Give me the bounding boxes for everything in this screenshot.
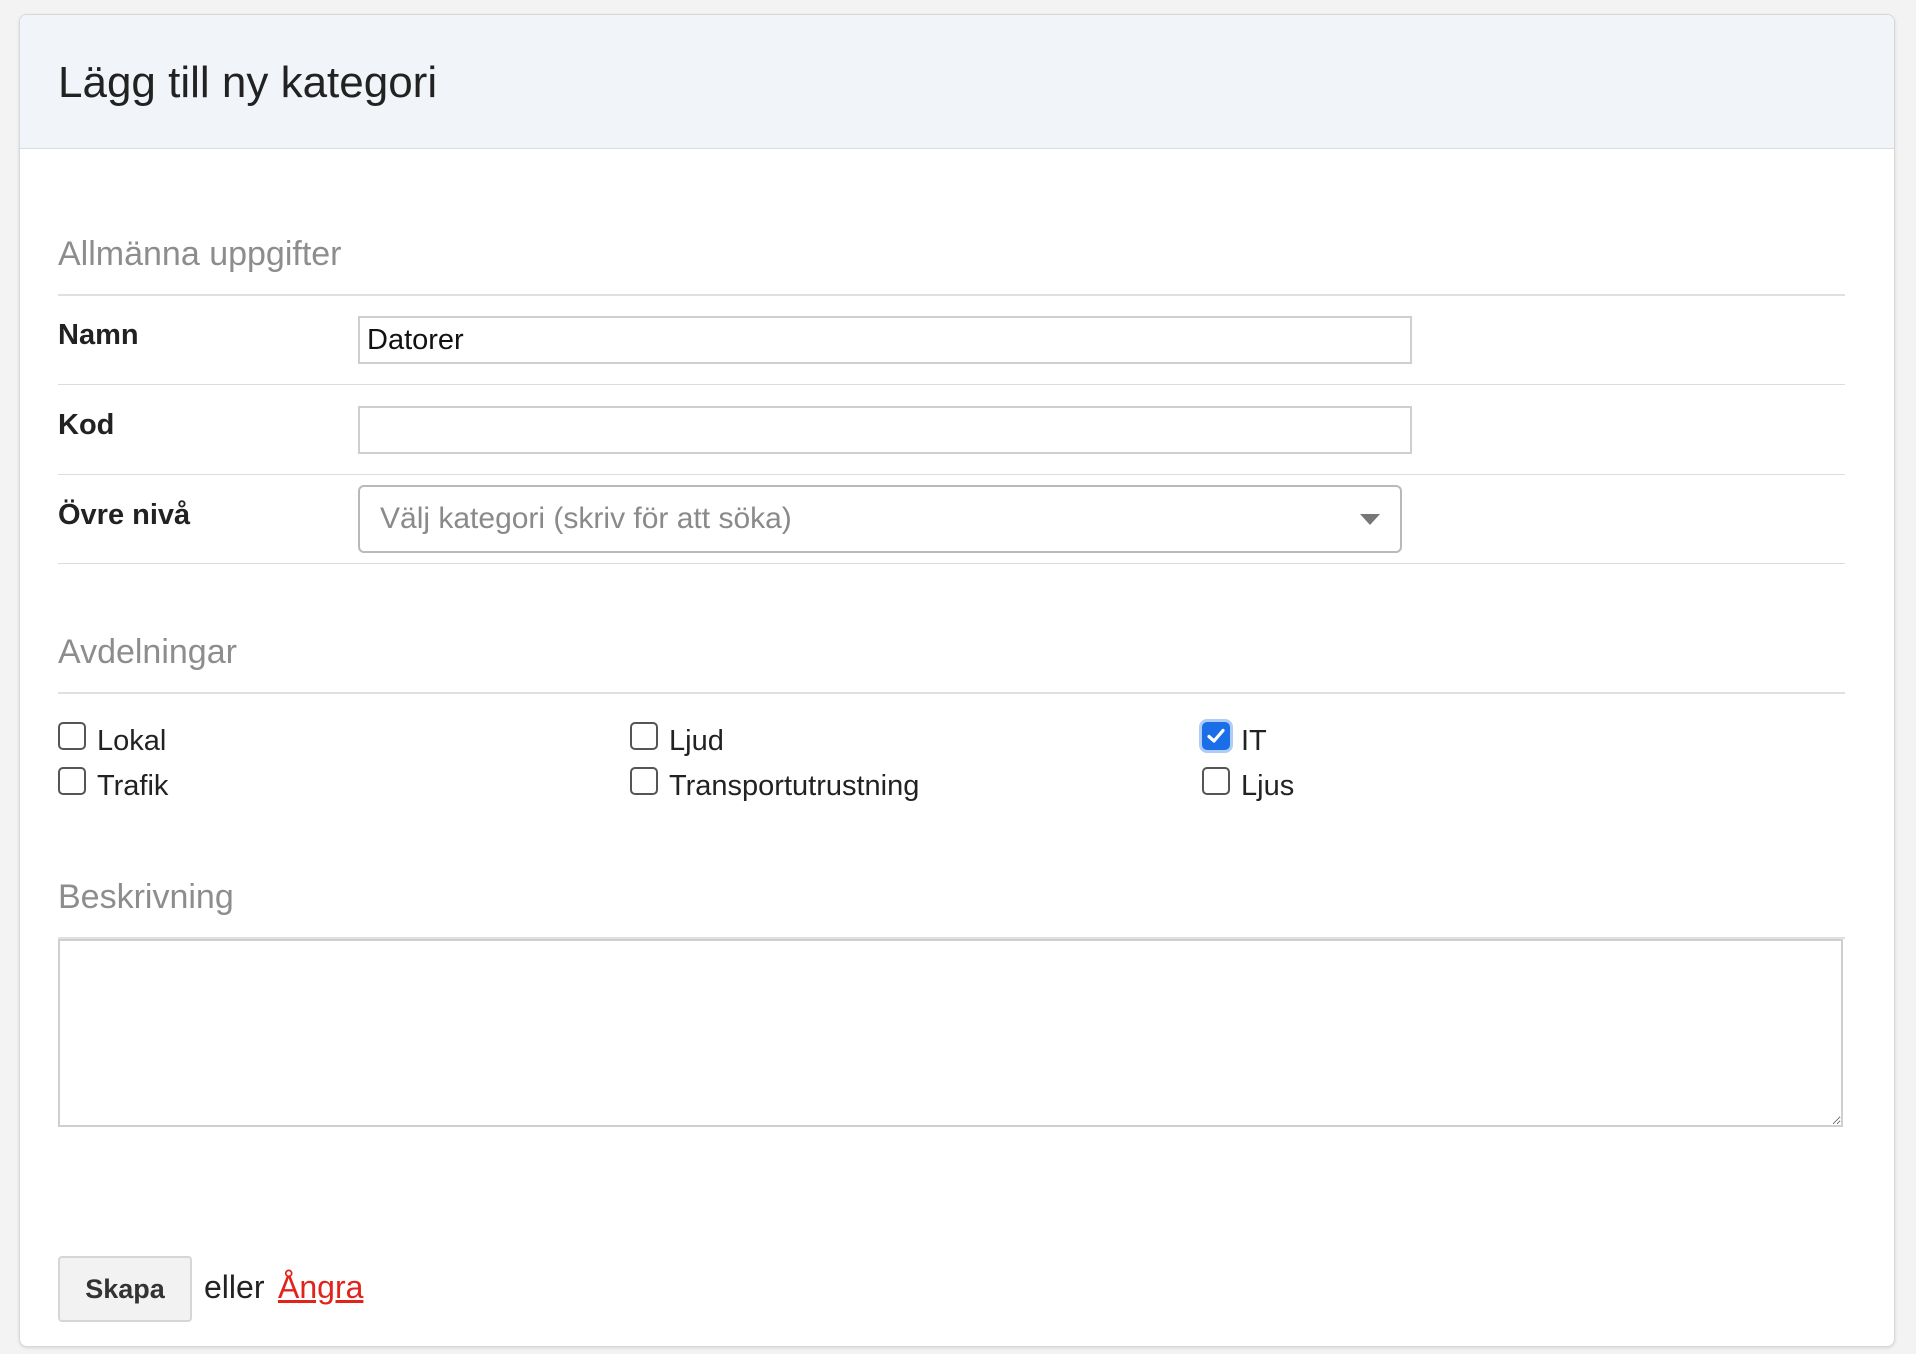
- checkbox[interactable]: [630, 721, 658, 750]
- department-checkbox-ljus[interactable]: Ljus: [1202, 766, 1294, 803]
- code-label: Kod: [58, 409, 115, 441]
- checkmark-icon: [1207, 728, 1225, 743]
- dialog-title: Lägg till ny kategori: [58, 57, 438, 107]
- divider: [58, 294, 1845, 296]
- dialog-header: Lägg till ny kategori: [20, 15, 1894, 149]
- create-button[interactable]: Skapa: [58, 1256, 192, 1322]
- or-text: eller: [204, 1269, 265, 1305]
- cancel-link[interactable]: Ångra: [278, 1269, 363, 1306]
- checkbox-label: Ljud: [669, 725, 724, 757]
- parent-level-label: Övre nivå: [58, 499, 191, 531]
- dialog-panel: Lägg till ny kategori Allmänna uppgifter…: [19, 14, 1895, 1347]
- department-checkbox-it[interactable]: IT: [1202, 721, 1267, 758]
- general-section-heading: Allmänna uppgifter: [58, 235, 342, 273]
- divider: [58, 474, 1845, 475]
- divider: [58, 563, 1845, 564]
- checkbox-label: IT: [1241, 725, 1267, 757]
- department-checkbox-lokal[interactable]: Lokal: [58, 721, 166, 758]
- name-label: Namn: [58, 319, 139, 351]
- name-field[interactable]: [358, 316, 1412, 364]
- description-textarea[interactable]: [58, 939, 1843, 1127]
- checkbox-label: Lokal: [97, 725, 167, 757]
- divider: [58, 692, 1845, 694]
- checkbox[interactable]: [1202, 766, 1230, 795]
- parent-category-placeholder: Välj kategori (skriv för att söka): [380, 502, 792, 535]
- checkbox[interactable]: [58, 766, 86, 795]
- checkbox-label: Trafik: [97, 770, 169, 802]
- departments-section-heading: Avdelningar: [58, 633, 237, 671]
- code-field[interactable]: [358, 406, 1412, 454]
- checkbox-label: Ljus: [1241, 770, 1295, 802]
- checkbox[interactable]: [58, 721, 86, 750]
- department-checkbox-transportutrustning[interactable]: Transportutrustning: [630, 766, 919, 803]
- department-checkbox-trafik[interactable]: Trafik: [58, 766, 168, 803]
- description-section-heading: Beskrivning: [58, 878, 234, 916]
- checkbox[interactable]: [630, 766, 658, 795]
- department-checkbox-ljud[interactable]: Ljud: [630, 721, 724, 758]
- divider: [58, 384, 1845, 385]
- checkbox-label: Transportutrustning: [669, 770, 920, 802]
- checkbox-checked[interactable]: [1202, 721, 1230, 750]
- chevron-down-icon[interactable]: [1360, 513, 1380, 525]
- parent-category-select[interactable]: Välj kategori (skriv för att söka): [358, 485, 1402, 553]
